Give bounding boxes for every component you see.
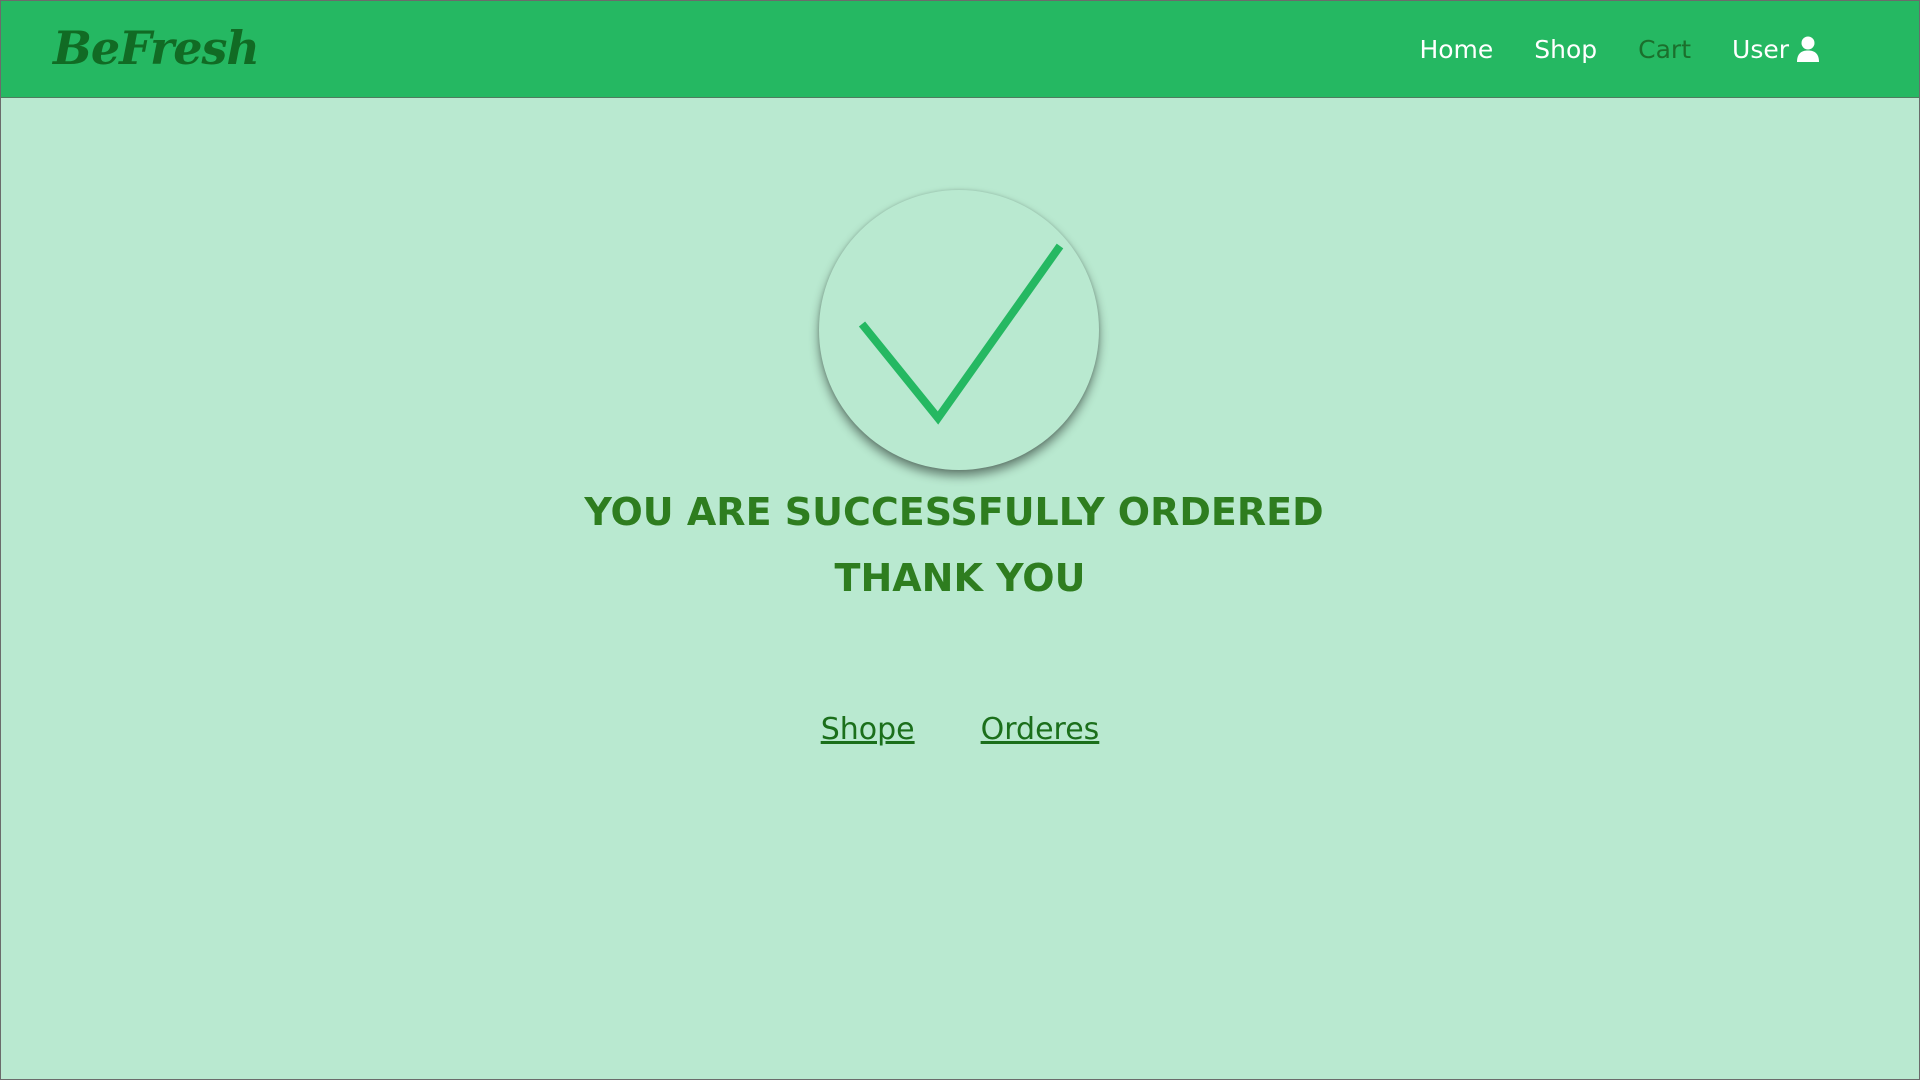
nav-shop-label: Shop bbox=[1534, 34, 1598, 64]
brand-logo[interactable]: BeFresh bbox=[53, 21, 260, 75]
nav-user-link[interactable]: User bbox=[1732, 35, 1819, 64]
page-border bbox=[0, 0, 1920, 1080]
nav-shop-link[interactable]: Shop bbox=[1534, 35, 1597, 64]
orders-link[interactable]: Orderes bbox=[981, 712, 1100, 747]
nav-cart-label: Cart bbox=[1638, 34, 1692, 64]
action-links: Shope Orderes bbox=[0, 712, 1920, 747]
nav-home-link[interactable]: Home bbox=[1419, 35, 1493, 64]
nav-cart-link[interactable]: Cart bbox=[1638, 35, 1691, 64]
nav-links: Home Shop Cart User bbox=[1378, 1, 1819, 97]
nav-home-label: Home bbox=[1419, 34, 1494, 64]
thank-you-heading: THANK YOU bbox=[834, 556, 1086, 600]
top-navbar: BeFresh Home Shop Cart User bbox=[1, 1, 1919, 98]
success-heading: YOU ARE SUCCESSFULLY ORDERED bbox=[584, 490, 1324, 534]
user-icon bbox=[1797, 36, 1819, 62]
checkmark-icon bbox=[858, 243, 1064, 425]
nav-user-label: User bbox=[1732, 34, 1789, 64]
shop-link[interactable]: Shope bbox=[821, 712, 915, 747]
success-check-badge bbox=[819, 190, 1099, 470]
